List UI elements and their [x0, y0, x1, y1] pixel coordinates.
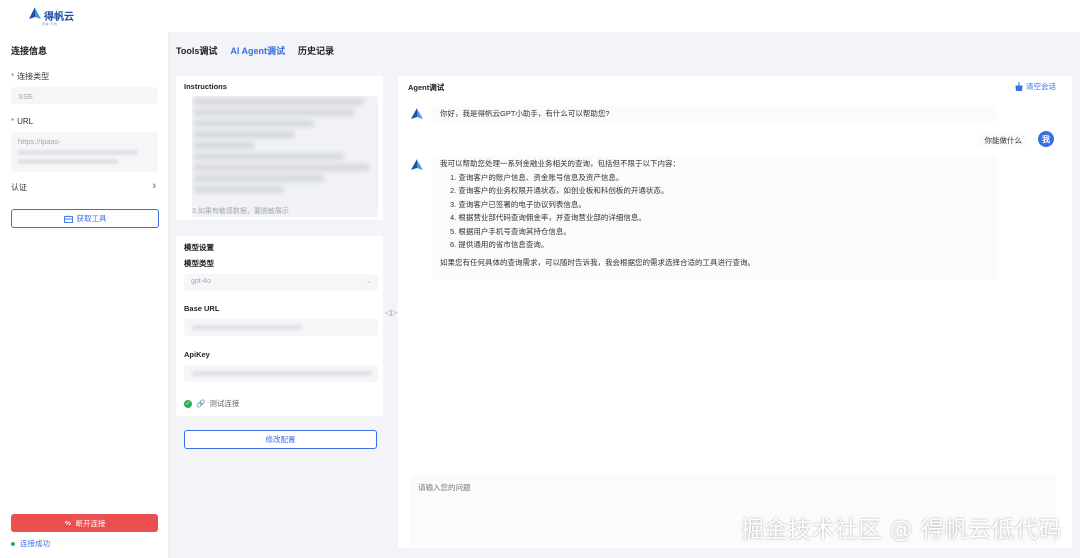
conn-type-label: * 连接类型 — [11, 72, 50, 81]
link-icon: 🔗 — [196, 399, 206, 408]
disconnect-button[interactable]: 断开连接 — [11, 514, 158, 532]
reply-list: 1. 查询客户的账户信息、资金账号信息及资产信息。 2. 查询客户的业务权限开通… — [440, 171, 989, 252]
bot-avatar-icon — [411, 159, 423, 170]
status-dot-icon — [11, 541, 15, 546]
sail-logo-icon — [29, 7, 41, 19]
connection-title: 连接信息 — [11, 46, 48, 56]
tab-tools-debug[interactable]: Tools调试 — [176, 44, 217, 57]
tab-bar: Tools调试 AI Agent调试 历史记录 — [176, 44, 334, 57]
clear-session-button[interactable]: 清空会话 — [1015, 81, 1056, 92]
brand-name: 得帆云 — [44, 12, 74, 23]
bot-avatar-icon — [411, 108, 423, 119]
bot-greeting-message: 你好，我是得帆云GPT小助手，有什么可以帮助您? — [432, 106, 997, 122]
agent-chat-panel: Agent调试 清空会话 你好，我是得帆云GPT小助手，有什么可以帮助您? 你能… — [398, 76, 1072, 548]
list-item: 5. 根据用户手机号查询其持仓信息。 — [450, 226, 571, 236]
get-tools-label: 获取工具 — [76, 214, 107, 223]
tab-ai-agent-debug[interactable]: AI Agent调试 — [230, 44, 285, 57]
redacted-text — [192, 371, 372, 376]
top-bar: 得帆云 聚焦·高效 — [0, 0, 1080, 32]
model-settings-title: 模型设置 — [184, 243, 214, 252]
url-field[interactable]: https://ipaas- — [11, 132, 158, 172]
test-connection-label: 测试连接 — [209, 399, 240, 408]
reply-outro: 如果您有任何具体的查询需求，可以随时告诉我，我会根据您的需求选择合适的工具进行查… — [440, 257, 755, 267]
instructions-visible-line: 3.如果有敏感数据，要脱敏展示 — [192, 208, 289, 215]
url-label: * URL — [11, 117, 34, 126]
watermark: 掘金技术社区 @ 得帆云低代码 — [740, 517, 1062, 543]
connection-status: 连接成功 — [11, 538, 50, 549]
reply-intro: 我可以帮助您处理一系列金融业务相关的查询，包括但不限于以下内容： — [440, 159, 680, 168]
status-text: 连接成功 — [20, 539, 50, 548]
redacted-text — [192, 325, 302, 330]
list-item: 4. 根据营业部代码查询佣金率，并查询营业部的详细信息。 — [450, 213, 646, 222]
redacted-text — [18, 159, 118, 164]
instructions-title: Instructions — [184, 82, 227, 91]
list-item: 6. 提供通用的省市信息查询。 — [450, 240, 549, 249]
list-item: 2. 查询客户的业务权限开通状态，如创业板和科创板的开通状态。 — [450, 186, 669, 195]
modify-config-button[interactable]: 修改配置 — [184, 430, 377, 449]
unlink-icon — [64, 520, 71, 526]
toolbox-icon — [63, 215, 73, 223]
get-tools-button[interactable]: 获取工具 — [11, 209, 159, 228]
brand-tagline: 聚焦·高效 — [42, 22, 58, 26]
instructions-textarea[interactable]: 3.如果有敏感数据，要脱敏展示 — [192, 96, 378, 217]
broom-icon — [1015, 82, 1023, 91]
conn-type-field[interactable]: SSE — [11, 87, 158, 104]
model-type-label: 模型类型 — [184, 259, 214, 268]
clear-session-label: 清空会话 — [1026, 82, 1056, 91]
user-avatar: 我 — [1038, 131, 1054, 147]
chat-title: Agent调试 — [408, 83, 445, 92]
required-mark: * — [11, 117, 15, 126]
check-circle-icon: ✓ — [184, 399, 192, 408]
apikey-label: ApiKey — [184, 350, 210, 359]
model-settings-card: 模型设置 模型类型 gpt-4o ⌄ Base URL ApiKey ✓ 🔗 测… — [176, 236, 383, 416]
base-url-label: Base URL — [184, 304, 220, 313]
test-connection-row[interactable]: ✓ 🔗 测试连接 — [184, 398, 239, 409]
chevron-down-icon: ⌄ — [366, 278, 372, 285]
chevron-right-icon: › — [152, 180, 156, 192]
list-item: 3. 查询客户已签署的电子协议列表信息。 — [450, 199, 586, 209]
tab-history[interactable]: 历史记录 — [298, 44, 334, 57]
list-item: 1. 查询客户的账户信息、资金账号信息及资产信息。 — [450, 172, 624, 182]
required-mark: * — [11, 72, 15, 81]
redacted-instructions — [194, 98, 376, 206]
bot-reply-message: 我可以帮助您处理一系列金融业务相关的查询，包括但不限于以下内容： 1. 查询客户… — [432, 156, 997, 280]
apikey-input[interactable] — [184, 365, 378, 382]
connection-panel: 连接信息 * 连接类型 SSE * URL https://ipaas- 认证 › … — [0, 32, 169, 558]
disconnect-label: 断开连接 — [75, 518, 106, 528]
panel-resize-handle-icon[interactable]: ◁▷ — [385, 308, 397, 317]
redacted-text — [18, 150, 138, 155]
auth-label: 认证 — [11, 183, 27, 192]
model-type-select[interactable]: gpt-4o ⌄ — [184, 274, 378, 291]
base-url-input[interactable] — [184, 319, 378, 336]
model-type-value: gpt-4o — [191, 278, 211, 285]
instructions-card: Instructions 3.如果有敏感数据，要脱敏展示 — [176, 76, 383, 220]
auth-row[interactable]: 认证 › — [11, 180, 158, 196]
url-value: https://ipaas- — [18, 137, 61, 146]
user-message: 你能做什么 — [978, 134, 1028, 147]
brand-logo[interactable]: 得帆云 聚焦·高效 — [28, 5, 88, 29]
